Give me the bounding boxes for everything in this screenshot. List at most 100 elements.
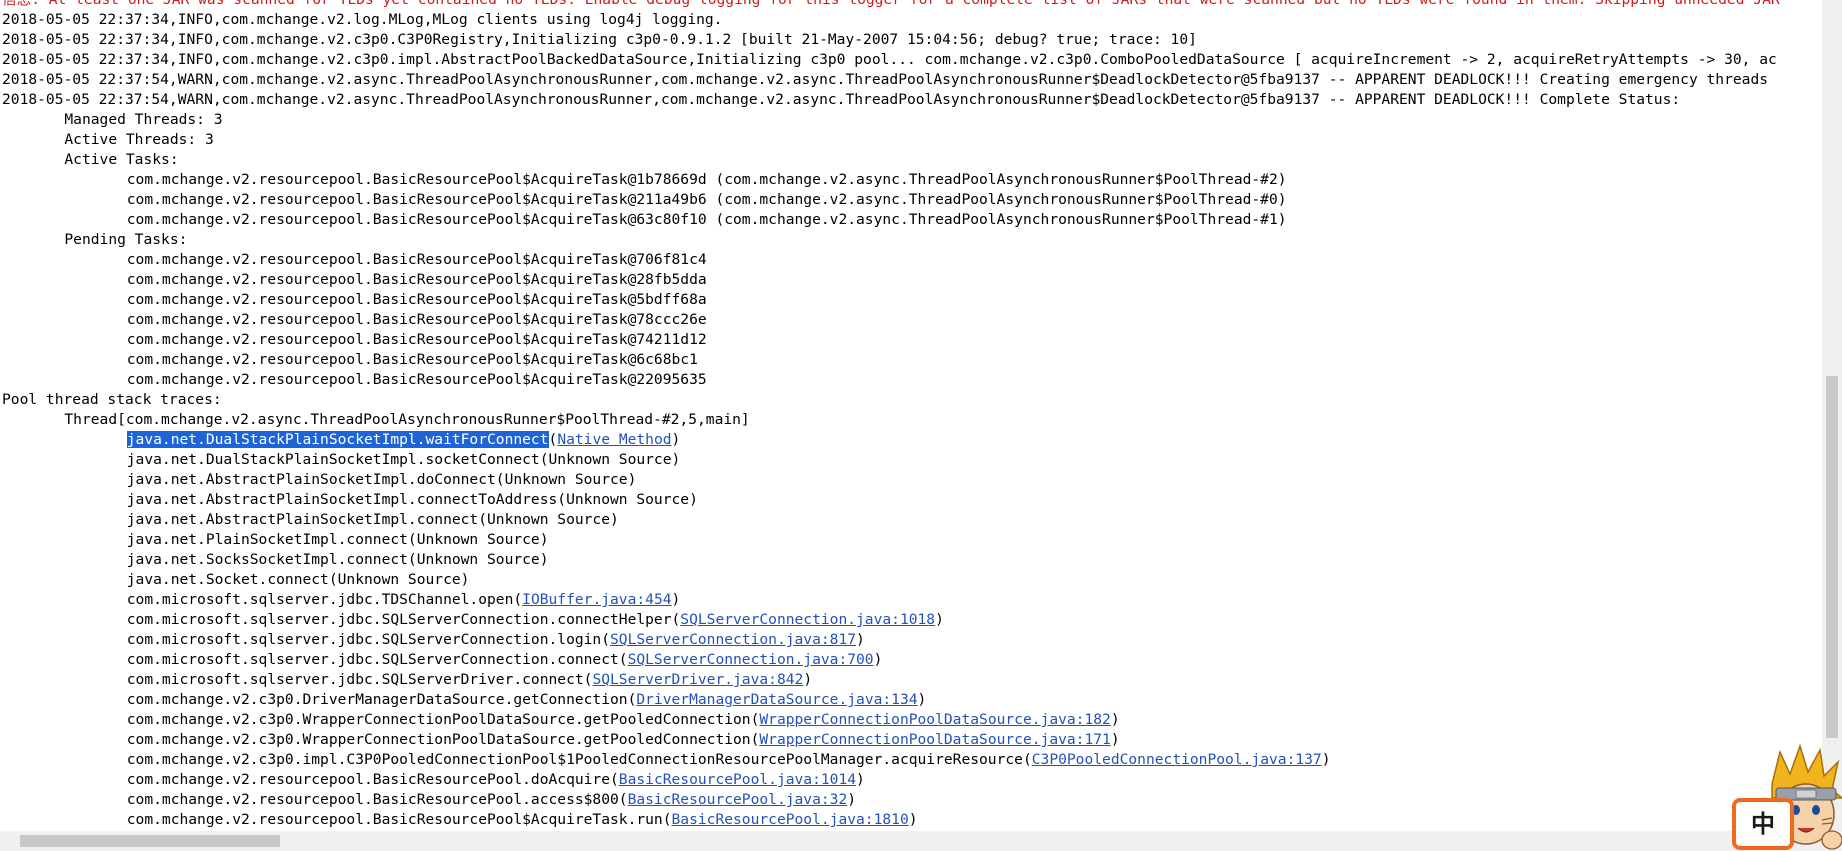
source-link[interactable]: SQLServerConnection.java:1018 [680,611,935,628]
source-link[interactable]: SQLServerDriver.java:842 [592,671,803,688]
log-text: ) [908,811,918,828]
vertical-scrollbar[interactable] [1822,0,1842,831]
log-text: 2018-05-05 22:37:54,WARN,com.mchange.v2.… [2,91,1681,108]
log-text: 2018-05-05 22:37:34,INFO,com.mchange.v2.… [2,31,1197,48]
log-text: com.mchange.v2.resourcepool.BasicResourc… [2,171,1287,188]
log-text: com.microsoft.sqlserver.jdbc.SQLServerCo… [2,651,628,668]
log-text: ) [856,631,865,648]
log-text: Pool thread stack traces: [2,391,222,408]
log-text: ) [935,611,944,628]
log-text: com.microsoft.sqlserver.jdbc.SQLServerDr… [2,671,593,688]
source-link[interactable]: BasicResourcePool.java:32 [628,791,848,808]
log-line: java.net.AbstractPlainSocketImpl.doConne… [2,470,1780,490]
log-text: com.mchange.v2.resourcepool.BasicResourc… [2,331,707,348]
log-line: com.mchange.v2.resourcepool.BasicResourc… [2,810,1780,830]
log-line: java.net.DualStackPlainSocketImpl.socket… [2,450,1780,470]
log-text: ) [873,651,883,668]
ime-mode-indicator[interactable]: 中 [1732,798,1794,850]
log-text: com.mchange.v2.resourcepool.BasicResourc… [2,811,672,828]
log-text: com.mchange.v2.c3p0.impl.C3P0PooledConne… [2,751,1032,768]
log-text: com.mchange.v2.resourcepool.BasicResourc… [2,271,707,288]
log-text: ) [671,591,681,608]
log-line: Active Threads: 3 [2,130,1780,150]
log-line: com.mchange.v2.resourcepool.BasicResourc… [2,330,1780,350]
log-text: java.net.Socket.connect(Unknown Source) [2,571,470,588]
log-line: com.mchange.v2.c3p0.WrapperConnectionPoo… [2,710,1780,730]
log-text: ) [1110,711,1120,728]
log-line: Active Tasks: [2,150,1780,170]
log-text: ) [917,691,927,708]
log-line: java.net.AbstractPlainSocketImpl.connect… [2,510,1780,530]
log-text: com.microsoft.sqlserver.jdbc.SQLServerCo… [2,611,681,628]
log-text: com.mchange.v2.c3p0.WrapperConnectionPoo… [2,711,760,728]
log-text: com.microsoft.sqlserver.jdbc.SQLServerCo… [2,631,611,648]
horizontal-scrollbar[interactable] [0,831,1842,851]
log-line: java.net.AbstractPlainSocketImpl.connect… [2,490,1780,510]
selected-text[interactable]: java.net.DualStackPlainSocketImpl.waitFo… [126,431,549,448]
log-line: com.mchange.v2.c3p0.impl.C3P0PooledConne… [2,750,1780,770]
log-line: Managed Threads: 3 [2,110,1780,130]
source-link[interactable]: BasicResourcePool.java:1014 [619,771,856,788]
log-text: com.mchange.v2.resourcepool.BasicResourc… [2,191,1287,208]
source-link[interactable]: BasicResourcePool.java:1810 [672,811,909,828]
source-link[interactable]: WrapperConnectionPoolDataSource.java:182 [759,711,1110,728]
log-text: ) [847,791,857,808]
log-line: com.mchange.v2.resourcepool.BasicResourc… [2,270,1780,290]
source-link[interactable]: DriverManagerDataSource.java:134 [636,691,917,708]
log-line: com.mchange.v2.resourcepool.BasicResourc… [2,350,1780,370]
log-text: com.mchange.v2.resourcepool.BasicResourc… [2,771,619,788]
log-line: com.mchange.v2.c3p0.DriverManagerDataSou… [2,690,1780,710]
error-message: 信息: At least one JAR was scanned for TLD… [2,0,1780,8]
log-line: com.mchange.v2.resourcepool.BasicResourc… [2,770,1780,790]
horizontal-scrollbar-thumb[interactable] [20,835,280,847]
log-line: java.net.DualStackPlainSocketImpl.waitFo… [2,430,1780,450]
vertical-scrollbar-thumb[interactable] [1826,376,1838,738]
log-text: com.mchange.v2.resourcepool.BasicResourc… [2,251,707,268]
log-line: Pending Tasks: [2,230,1780,250]
log-text: java.net.DualStackPlainSocketImpl.socket… [2,451,681,468]
log-line: com.mchange.v2.resourcepool.BasicResourc… [2,370,1780,390]
log-text: 2018-05-05 22:37:34,INFO,com.mchange.v2.… [2,11,723,28]
log-text: com.mchange.v2.resourcepool.BasicResourc… [2,351,698,368]
log-line: 2018-05-05 22:37:54,WARN,com.mchange.v2.… [2,70,1780,90]
log-line: com.mchange.v2.resourcepool.BasicResourc… [2,190,1780,210]
console-output[interactable]: 信息: At least one JAR was scanned for TLD… [0,0,1822,831]
log-line: Pool thread stack traces: [2,390,1780,410]
log-line: com.microsoft.sqlserver.jdbc.SQLServerCo… [2,630,1780,650]
source-link[interactable]: SQLServerConnection.java:700 [628,651,874,668]
log-text: com.mchange.v2.resourcepool.BasicResourc… [2,791,628,808]
log-text: java.net.AbstractPlainSocketImpl.connect… [2,511,619,528]
log-text: ( [548,431,558,448]
log-text: com.mchange.v2.resourcepool.BasicResourc… [2,311,707,328]
log-text: Pending Tasks: [2,231,197,248]
log-text: com.microsoft.sqlserver.jdbc.TDSChannel.… [2,591,523,608]
log-text: com.mchange.v2.c3p0.DriverManagerDataSou… [2,691,637,708]
log-line: 信息: At least one JAR was scanned for TLD… [2,0,1780,10]
log-text: ) [856,771,865,788]
log-text: Managed Threads: 3 [2,111,223,128]
log-text: ) [1110,731,1120,748]
console-log-text[interactable]: 信息: At least one JAR was scanned for TLD… [2,0,1780,830]
log-text: Active Tasks: [2,151,188,168]
ime-widget[interactable]: 中 [1732,744,1842,851]
log-line: 2018-05-05 22:37:34,INFO,com.mchange.v2.… [2,50,1780,70]
log-text: com.mchange.v2.resourcepool.BasicResourc… [2,211,1287,228]
log-text: java.net.SocksSocketImpl.connect(Unknown… [2,551,549,568]
log-text: com.mchange.v2.c3p0.WrapperConnectionPoo… [2,731,760,748]
source-link[interactable]: IOBuffer.java:454 [522,591,671,608]
source-link[interactable]: Native Method [557,431,671,448]
log-text: ) [803,671,813,688]
log-line: Thread[com.mchange.v2.async.ThreadPoolAs… [2,410,1780,430]
log-line: com.microsoft.sqlserver.jdbc.SQLServerCo… [2,610,1780,630]
log-text: com.mchange.v2.resourcepool.BasicResourc… [2,371,707,388]
log-line: java.net.SocksSocketImpl.connect(Unknown… [2,550,1780,570]
log-text: Active Threads: 3 [2,131,214,148]
log-line: 2018-05-05 22:37:34,INFO,com.mchange.v2.… [2,10,1780,30]
log-text: com.mchange.v2.resourcepool.BasicResourc… [2,291,707,308]
log-line: com.microsoft.sqlserver.jdbc.SQLServerDr… [2,670,1780,690]
source-link[interactable]: WrapperConnectionPoolDataSource.java:171 [759,731,1110,748]
log-line: com.mchange.v2.c3p0.WrapperConnectionPoo… [2,730,1780,750]
source-link[interactable]: SQLServerConnection.java:817 [610,631,856,648]
source-link[interactable]: C3P0PooledConnectionPool.java:137 [1032,751,1322,768]
